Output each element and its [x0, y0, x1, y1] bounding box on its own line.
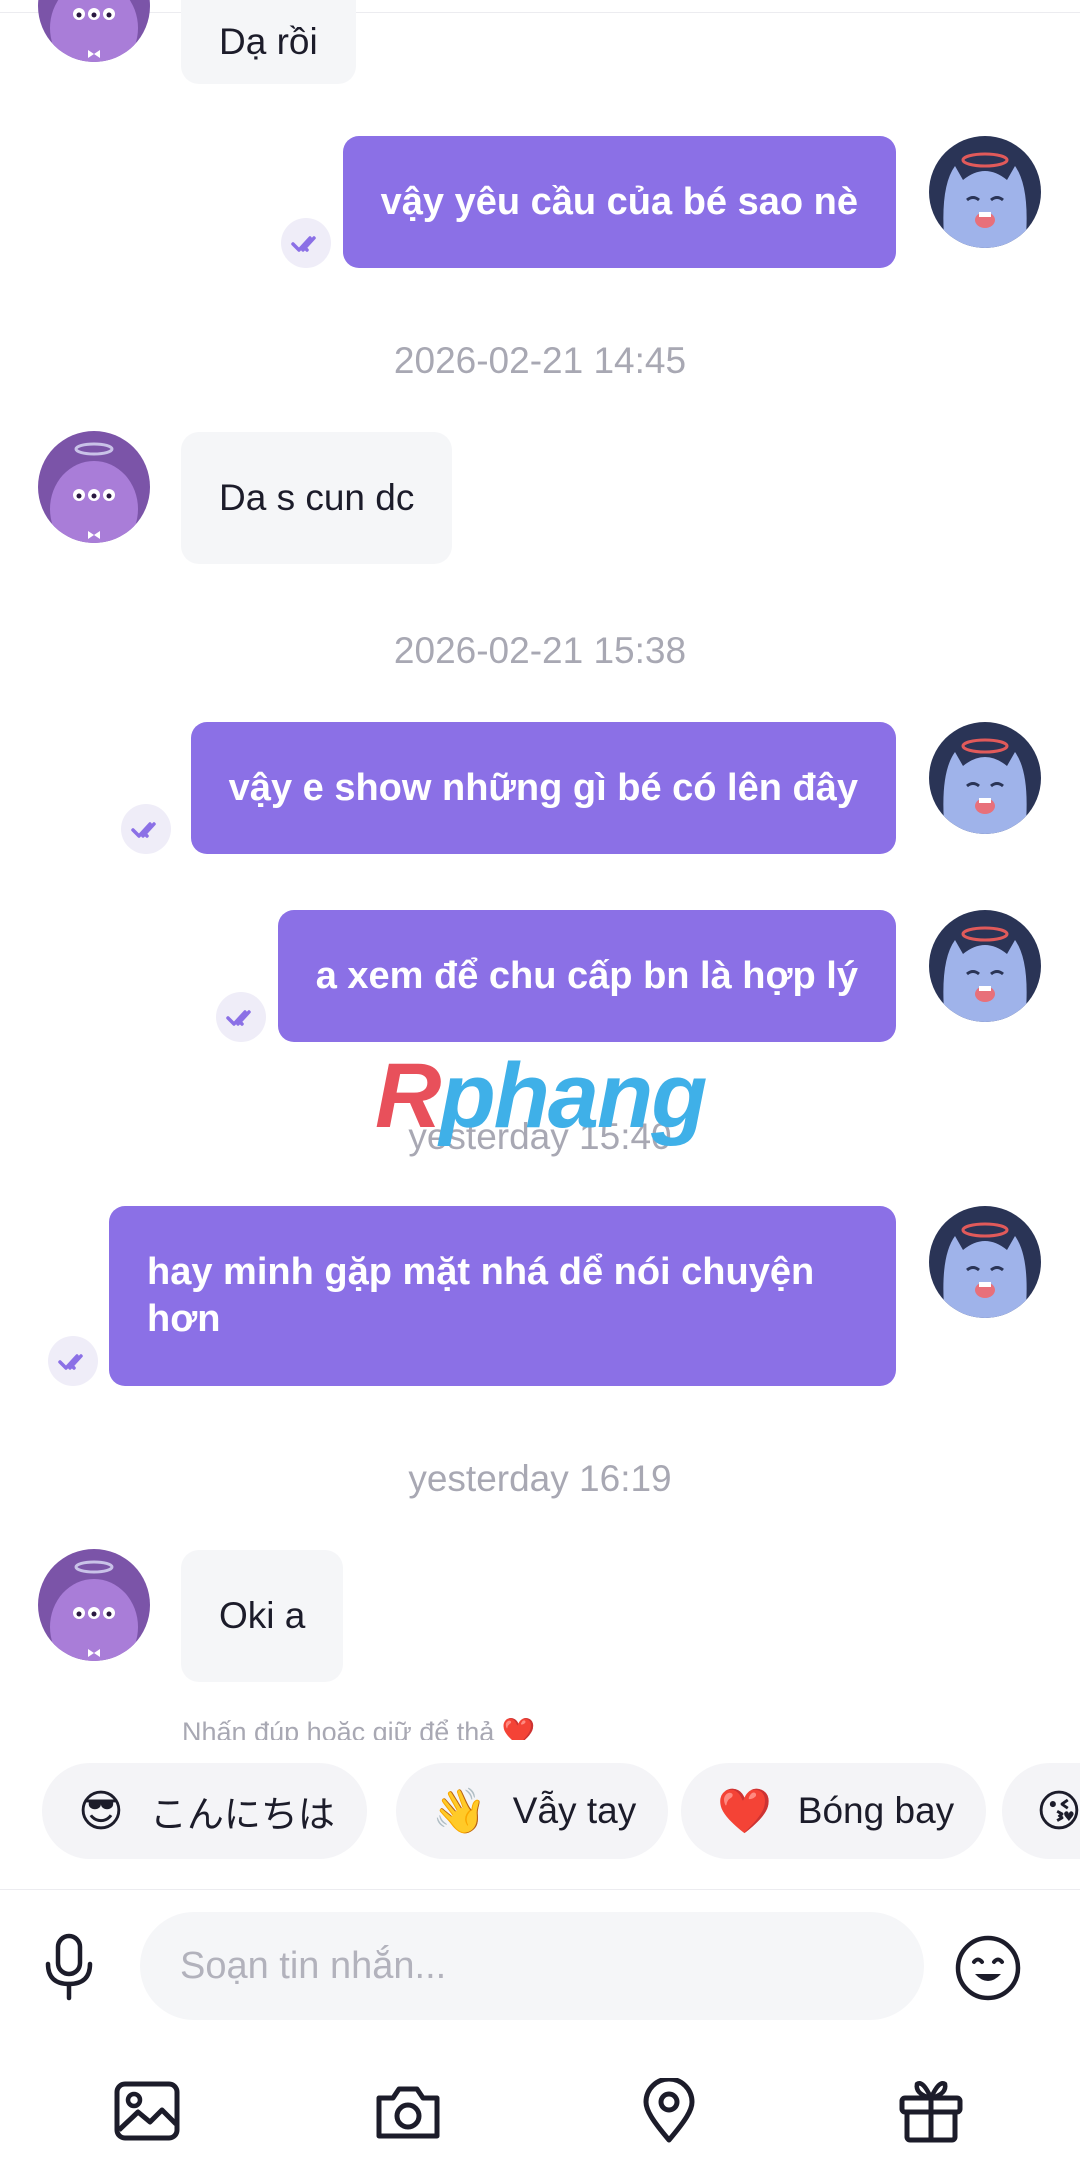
message-bubble-incoming[interactable]: Dạ rồi	[181, 0, 356, 84]
quick-reply-label: こんにちは	[149, 1794, 335, 1835]
message-text: vậy e show những gì bé có lên đây	[228, 766, 858, 809]
timestamp: yesterday 16:19	[408, 1458, 672, 1499]
waving-hand-emoji-icon: 👋	[432, 1786, 487, 1837]
quick-reply-hello[interactable]: 😎 こんにちは	[42, 1763, 367, 1859]
microphone-icon[interactable]	[38, 1932, 100, 2002]
timestamp: 2026-02-21 14:45	[393, 340, 687, 381]
quick-reply-label: Vẫy tay	[512, 1790, 637, 1831]
message-bubble-outgoing[interactable]: a xem để chu cấp bn là hợp lý	[277, 910, 896, 1042]
message-text: Oki a	[219, 1595, 306, 1636]
heart-emoji-icon: ❤️	[717, 1786, 772, 1837]
read-receipt-icon	[121, 804, 171, 854]
reaction-hint: Nhấn đúp hoặc giữ để thả ❤️	[182, 1717, 536, 1740]
avatar-self[interactable]	[929, 136, 1041, 248]
kiss-emoji-icon: 😘	[1036, 1785, 1080, 1837]
quick-reply-label: Bóng bay	[797, 1790, 955, 1831]
message-input[interactable]	[140, 1912, 924, 2020]
quick-reply-wave[interactable]: 👋 Vẫy tay	[396, 1763, 669, 1859]
gift-icon[interactable]	[896, 2078, 966, 2144]
avatar-other[interactable]	[38, 431, 150, 543]
image-icon[interactable]	[112, 2078, 182, 2144]
timestamp: 2026-02-21 15:38	[393, 630, 687, 671]
avatar-other[interactable]	[38, 0, 150, 62]
read-receipt-icon	[48, 1336, 98, 1386]
read-receipt-icon	[216, 992, 266, 1042]
camera-icon[interactable]	[373, 2078, 443, 2144]
avatar-self[interactable]	[929, 910, 1041, 1022]
message-bubble-incoming[interactable]: Da s cun dc	[181, 432, 453, 564]
sunglasses-emoji-icon: 😎	[78, 1785, 124, 1837]
quick-reply-balloon[interactable]: ❤️ Bóng bay	[681, 1763, 987, 1859]
message-text: a xem để chu cấp bn là hợp lý	[315, 954, 858, 997]
message-text: Dạ rồi	[219, 21, 318, 62]
message-text: Da s cun dc	[219, 477, 415, 518]
message-text: hay minh gặp mặt nhá dể nói chuyện hơn	[147, 1251, 815, 1340]
emoji-face-icon[interactable]	[954, 1934, 1022, 2002]
message-bubble-outgoing[interactable]: vậy yêu cầu của bé sao nè	[342, 136, 896, 268]
location-pin-icon[interactable]	[634, 2078, 704, 2144]
watermark-logo: Rphang	[375, 1045, 707, 1147]
read-receipt-icon	[281, 218, 331, 268]
quick-reply-bar[interactable]: 😎 こんにちは 👋 Vẫy tay ❤️ Bóng bay 😘	[0, 1763, 1080, 1863]
message-bubble-outgoing[interactable]: hay minh gặp mặt nhá dể nói chuyện hơn	[109, 1206, 896, 1386]
quick-reply-kiss[interactable]: 😘	[1002, 1763, 1080, 1859]
chat-thread[interactable]: Dạ rồi vậy yêu cầu của bé sao nè 2026-02…	[0, 0, 1080, 1740]
avatar-other[interactable]	[38, 1549, 150, 1661]
message-bubble-incoming[interactable]: Oki a	[181, 1550, 344, 1682]
composer-divider	[0, 1889, 1080, 1890]
message-bubble-outgoing[interactable]: vậy e show những gì bé có lên đây	[190, 722, 896, 854]
avatar-self[interactable]	[929, 722, 1041, 834]
avatar-self[interactable]	[929, 1206, 1041, 1318]
message-text: vậy yêu cầu của bé sao nè	[380, 180, 858, 223]
